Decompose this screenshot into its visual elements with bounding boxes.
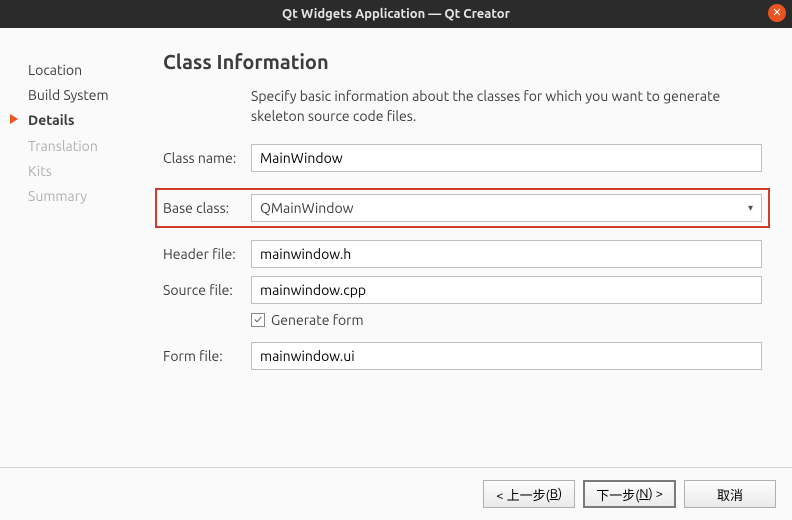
header-file-input[interactable] [251, 240, 762, 268]
wizard-sidebar: Location Build System Details Translatio… [0, 28, 145, 467]
row-class-name: Class name: [163, 144, 762, 172]
row-form-file: Form file: [163, 342, 762, 370]
chevron-down-icon: ▾ [748, 202, 753, 214]
next-button[interactable]: 下一步(N) > [583, 480, 676, 508]
label-generate-form: Generate form [271, 312, 364, 328]
window-title: Qt Widgets Application — Qt Creator [0, 7, 792, 21]
form-file-input[interactable] [251, 342, 762, 370]
base-class-highlight: Base class: QMainWindow ▾ [155, 188, 770, 228]
label-class-name: Class name: [163, 150, 251, 166]
class-name-input[interactable] [251, 144, 762, 172]
base-class-value: QMainWindow [260, 200, 353, 216]
sidebar-item-translation: Translation [28, 134, 133, 159]
cancel-button[interactable]: 取消 [684, 480, 776, 508]
sidebar-item-summary: Summary [28, 184, 133, 209]
row-generate-form: ✓ Generate form [251, 312, 762, 328]
close-button[interactable]: ✕ [768, 4, 786, 22]
main-panel: Class Information Specify basic informat… [145, 28, 792, 467]
page-description: Specify basic information about the clas… [251, 87, 762, 126]
page-heading: Class Information [163, 50, 762, 73]
sidebar-item-location: Location [28, 58, 133, 83]
sidebar-item-details: Details [28, 108, 133, 133]
base-class-combobox[interactable]: QMainWindow ▾ [251, 194, 762, 222]
wizard-footer: < 上一步(B) 下一步(N) > 取消 [0, 467, 792, 520]
titlebar: Qt Widgets Application — Qt Creator ✕ [0, 0, 792, 28]
back-button[interactable]: < 上一步(B) [483, 480, 575, 508]
content-area: Location Build System Details Translatio… [0, 28, 792, 467]
close-icon: ✕ [772, 8, 781, 19]
label-source-file: Source file: [163, 282, 251, 298]
sidebar-item-kits: Kits [28, 159, 133, 184]
sidebar-item-build-system: Build System [28, 83, 133, 108]
row-base-class: Base class: QMainWindow ▾ [163, 194, 762, 222]
row-source-file: Source file: [163, 276, 762, 304]
source-file-input[interactable] [251, 276, 762, 304]
label-base-class: Base class: [163, 200, 251, 216]
label-header-file: Header file: [163, 246, 251, 262]
row-header-file: Header file: [163, 240, 762, 268]
generate-form-checkbox[interactable]: ✓ [251, 313, 265, 327]
label-form-file: Form file: [163, 348, 251, 364]
